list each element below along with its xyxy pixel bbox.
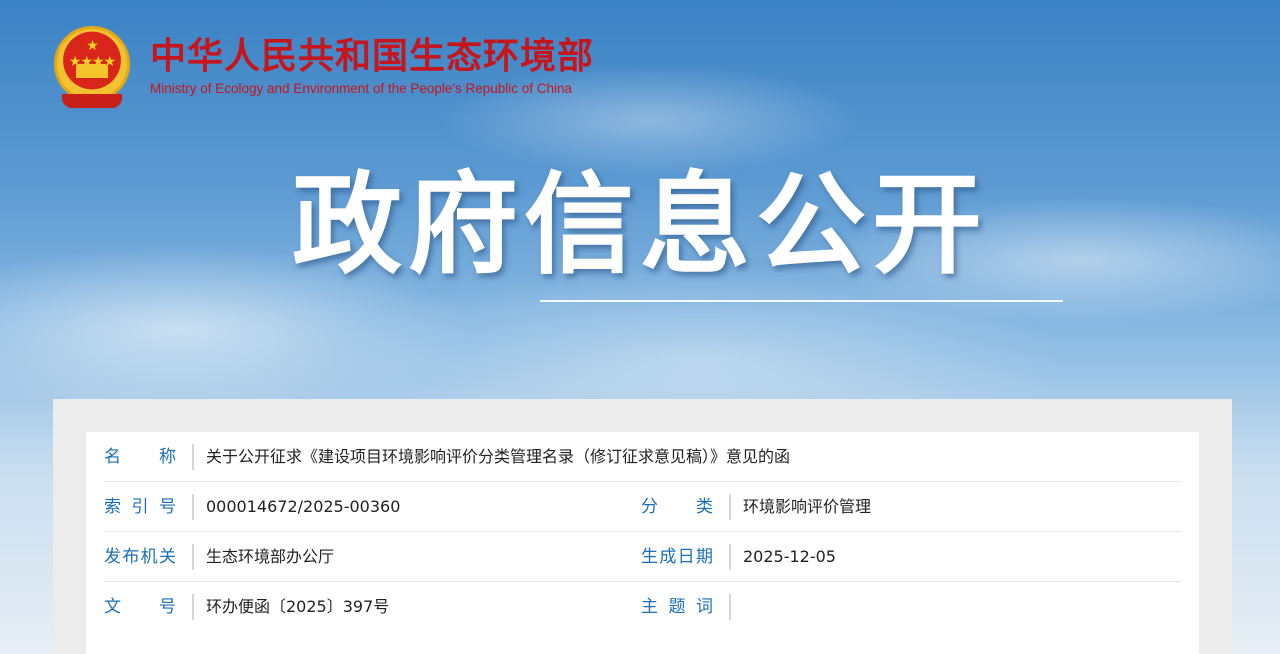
- site-header: ★ ★★★★ 中华人民共和国生态环境部 Ministry of Ecology a…: [52, 24, 594, 110]
- index-value: 000014672/2025-00360: [206, 496, 401, 516]
- org-name-en: Ministry of Ecology and Environment of t…: [150, 81, 573, 96]
- category-value: 环境影响评价管理: [743, 496, 872, 516]
- national-emblem-logo[interactable]: ★ ★★★★: [52, 24, 132, 110]
- index-label: 索 引 号: [104, 496, 176, 517]
- brand[interactable]: 中华人民共和国生态环境部 Ministry of Ecology and Env…: [150, 36, 594, 98]
- name-label: 名 称: [104, 446, 176, 467]
- divider: [192, 543, 194, 570]
- table-row: 索 引 号 000014672/2025-00360 分 类 环境影响评价管理: [104, 482, 1181, 532]
- keywords-label: 主 题 词: [641, 597, 713, 617]
- divider: [192, 443, 194, 470]
- document-info-table: 名 称 关于公开征求《建设项目环境影响评价分类管理名录（修订征求意见稿）》意见的…: [86, 432, 1199, 654]
- divider: [729, 493, 731, 520]
- date-label: 生 成 日 期: [641, 546, 713, 567]
- table-row: 文 号 环办便函〔2025〕397号 主 题 词: [104, 582, 1181, 632]
- doc-number-label: 文 号: [104, 597, 176, 617]
- divider: [729, 594, 731, 620]
- name-value: 关于公开征求《建设项目环境影响评价分类管理名录（修订征求意见稿）》意见的函: [206, 446, 791, 466]
- table-row: 发 布 机 关 生态环境部办公厅 生 成 日 期 2025-12-05: [104, 532, 1181, 582]
- issuer-value: 生态环境部办公厅: [206, 546, 335, 566]
- page-title: 政府信息公开: [292, 161, 988, 289]
- table-row: 名 称 关于公开征求《建设项目环境影响评价分类管理名录（修订征求意见稿）》意见的…: [104, 432, 1181, 482]
- divider: [192, 594, 194, 620]
- divider: [192, 493, 194, 520]
- doc-number-value: 环办便函〔2025〕397号: [206, 597, 390, 616]
- issuer-label: 发 布 机 关: [104, 546, 176, 567]
- category-label: 分 类: [641, 496, 713, 517]
- divider: [729, 543, 731, 570]
- title-divider: [540, 300, 1063, 302]
- date-value: 2025-12-05: [743, 546, 836, 566]
- org-name-cn: 中华人民共和国生态环境部: [150, 36, 595, 77]
